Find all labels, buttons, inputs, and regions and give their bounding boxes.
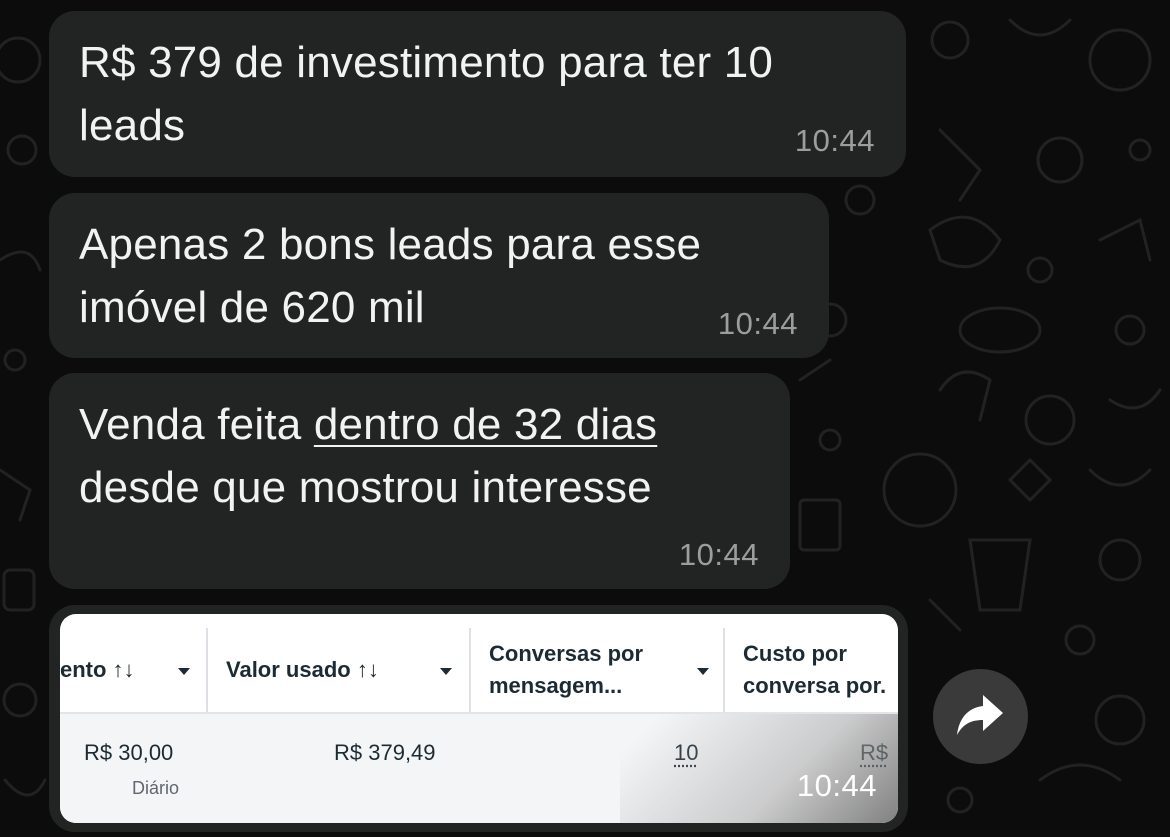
forward-button[interactable] xyxy=(933,669,1028,764)
ads-table-screenshot[interactable]: ento ↑↓ Valor usado ↑↓ Conversas por men… xyxy=(60,614,898,823)
image-message-bubble[interactable]: ento ↑↓ Valor usado ↑↓ Conversas por men… xyxy=(49,605,908,832)
message-text: Apenas 2 bons leads para esse imóvel de … xyxy=(79,220,702,332)
forward-arrow-icon xyxy=(957,695,1003,735)
column-header-cost: Custo por conversa por. xyxy=(723,628,898,712)
message-bubble[interactable]: Venda feita dentro de 32 dias desde que … xyxy=(49,373,790,589)
column-header-conversations: Conversas por mensagem... xyxy=(469,628,725,712)
message-bubble[interactable]: Apenas 2 bons leads para esse imóvel de … xyxy=(49,193,829,358)
sort-caret-icon xyxy=(440,668,452,675)
message-text: R$ 379 de investimento para ter 10 leads xyxy=(79,38,774,150)
message-text: Venda feita dentro de 32 dias desde que … xyxy=(79,400,658,512)
message-timestamp: 10:44 xyxy=(796,768,877,803)
budget-period: Diário xyxy=(132,778,180,798)
message-bubble[interactable]: R$ 379 de investimento para ter 10 leads… xyxy=(49,11,906,177)
underlined-phrase: dentro de 32 dias xyxy=(313,400,658,449)
spent-value: R$ 379,49 xyxy=(334,740,436,765)
sort-caret-icon xyxy=(697,668,709,675)
message-timestamp: 10:44 xyxy=(678,537,759,572)
message-timestamp: 10:44 xyxy=(794,123,875,158)
column-header-budget: ento ↑↓ xyxy=(60,628,206,712)
column-header-spent: Valor usado ↑↓ xyxy=(206,628,471,712)
table-header: ento ↑↓ Valor usado ↑↓ Conversas por men… xyxy=(60,628,898,714)
budget-value: R$ 30,00 xyxy=(84,740,174,765)
sort-caret-icon xyxy=(178,668,190,675)
message-timestamp: 10:44 xyxy=(717,306,798,341)
